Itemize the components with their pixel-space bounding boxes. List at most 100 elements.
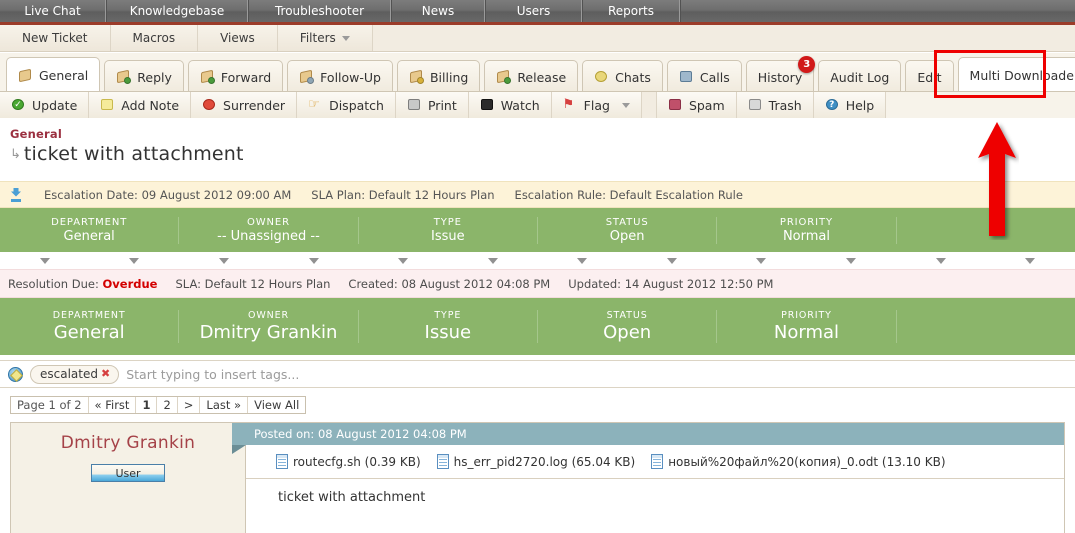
attachment-link[interactable]: новый%20файл%20(копия)_0.odt (13.10 KB): [651, 454, 946, 469]
post-author-role-button[interactable]: User: [91, 464, 165, 482]
action-add-note[interactable]: Add Note: [89, 92, 192, 118]
post-attachment-row: routecfg.sh (0.39 KB) hs_err_pid2720.log …: [246, 445, 1064, 479]
ticket-title-row: ↳ ticket with attachment: [10, 143, 1075, 165]
summary-top-department[interactable]: DEPARTMENT General: [0, 216, 180, 244]
page-title: ticket with attachment: [23, 143, 244, 165]
summary-caret-slot: [717, 257, 807, 264]
printer-icon: [407, 98, 422, 112]
tab-history[interactable]: History 3: [745, 56, 816, 93]
pagination-last[interactable]: Last »: [200, 397, 249, 413]
chevron-down-icon[interactable]: [666, 257, 677, 264]
summary-bottom-priority[interactable]: PRIORITY Normal: [717, 310, 897, 343]
ticket-department-label: General: [10, 127, 62, 141]
summary-caret-slot: [448, 257, 538, 264]
pagination-page-2[interactable]: 2: [157, 397, 178, 413]
action-dispatch[interactable]: ☞ Dispatch: [297, 92, 396, 118]
check-icon: [496, 69, 512, 84]
summary-caret-slot: [806, 257, 896, 264]
help-circle-icon: ?: [825, 98, 840, 112]
nav-item-troubleshooter[interactable]: Troubleshooter: [248, 0, 391, 22]
action-spam[interactable]: Spam: [655, 92, 737, 118]
summary-top-priority[interactable]: PRIORITY Normal: [717, 216, 897, 244]
summary-top-owner[interactable]: OWNER -- Unassigned --: [179, 216, 359, 244]
subnav-item-views[interactable]: Views: [198, 25, 278, 51]
summary-top-status[interactable]: STATUS Open: [538, 216, 718, 244]
attachment-link[interactable]: routecfg.sh (0.39 KB): [276, 454, 421, 469]
attachment-name: новый%20файл%20(копия)_0.odt (13.10 KB): [668, 454, 946, 469]
subnav-item-label: New Ticket: [22, 31, 88, 45]
subnav-item-label: Macros: [132, 31, 176, 45]
tab-multi-downloader[interactable]: Multi Downloader: [957, 57, 1075, 93]
action-watch[interactable]: Watch: [468, 92, 552, 118]
tab-forward[interactable]: Forward: [187, 60, 284, 93]
escalation-rule: Escalation Rule: Default Escalation Rule: [514, 187, 743, 202]
pagination-control: Page 1 of 2 « First 1 2 > Last » View Al…: [10, 396, 307, 414]
pagination-next[interactable]: >: [178, 397, 201, 413]
tab-general[interactable]: General: [6, 57, 101, 93]
summary-value: Issue: [431, 228, 465, 244]
chevron-down-icon[interactable]: [39, 257, 50, 264]
summary-bottom-status[interactable]: STATUS Open: [538, 310, 718, 343]
action-print[interactable]: Print: [395, 92, 469, 118]
action-flag[interactable]: ⚑ Flag: [551, 92, 642, 118]
chevron-down-icon[interactable]: [935, 257, 946, 264]
pagination-first[interactable]: « First: [89, 397, 137, 413]
pagination-view-all[interactable]: View All: [248, 397, 305, 413]
action-surrender[interactable]: Surrender: [191, 92, 298, 118]
action-trash[interactable]: Trash: [736, 92, 814, 118]
tab-calls[interactable]: Calls: [666, 60, 742, 93]
tag-input[interactable]: Start typing to insert tags...: [126, 367, 299, 382]
summary-caret-slot: [269, 257, 359, 264]
chevron-down-icon[interactable]: [487, 257, 498, 264]
pagination-page-1[interactable]: 1: [136, 397, 158, 413]
escalation-sla-plan: SLA Plan: Default 12 Hours Plan: [311, 187, 495, 202]
tag-remove-icon[interactable]: ✖: [101, 367, 110, 380]
attachment-link[interactable]: hs_err_pid2720.log (65.04 KB): [436, 454, 635, 469]
summary-top-type[interactable]: TYPE Issue: [359, 216, 538, 244]
post-timestamp: Posted on: 08 August 2012 04:08 PM: [254, 427, 467, 441]
nav-item-reports[interactable]: Reports: [582, 0, 680, 22]
tab-release[interactable]: Release: [484, 60, 579, 93]
chevron-down-icon[interactable]: [218, 257, 229, 264]
subnav-item-filters[interactable]: Filters: [277, 25, 373, 51]
nav-item-news[interactable]: News: [391, 0, 485, 22]
chevron-down-icon[interactable]: [1025, 257, 1036, 264]
tab-label: Follow-Up: [320, 69, 381, 85]
nav-spacer: [680, 0, 1075, 22]
tag-chip-escalated[interactable]: escalated ✖: [30, 364, 120, 384]
nav-item-knowledgebase[interactable]: Knowledgebase: [106, 0, 248, 22]
chevron-down-icon[interactable]: [577, 257, 588, 264]
chevron-down-icon[interactable]: [398, 257, 409, 264]
action-label: Watch: [500, 97, 540, 113]
subnav-item-macros[interactable]: Macros: [110, 25, 199, 51]
summary-top-empty-5[interactable]: [897, 230, 1075, 231]
summary-dropdown-caret-row: [0, 252, 1075, 269]
nav-item-users[interactable]: Users: [485, 0, 582, 22]
nav-item-live-chat[interactable]: Live Chat: [0, 0, 106, 22]
chevron-down-icon[interactable]: [756, 257, 767, 264]
subnav-item-new-ticket[interactable]: New Ticket: [0, 25, 111, 51]
tab-audit-log[interactable]: Audit Log: [818, 60, 902, 93]
summary-value: Issue: [424, 322, 472, 343]
summary-bottom-empty-5[interactable]: [897, 326, 1075, 327]
phone-icon: [679, 70, 694, 84]
tab-chats[interactable]: Chats: [582, 60, 663, 93]
action-update[interactable]: ✓ Update: [0, 92, 90, 118]
summary-bottom-department[interactable]: DEPARTMENT General: [0, 310, 180, 343]
summary-caret-slot: [0, 257, 90, 264]
reply-icon: [116, 69, 132, 84]
chevron-down-icon[interactable]: [129, 257, 140, 264]
summary-bottom-type[interactable]: TYPE Issue: [359, 310, 538, 343]
tab-label: Audit Log: [830, 69, 890, 85]
tab-billing[interactable]: Billing: [396, 60, 481, 93]
summary-bottom-owner[interactable]: OWNER Dmitry Grankin: [179, 310, 359, 343]
tab-follow-up[interactable]: Follow-Up: [287, 60, 393, 93]
main-navigation-bar: Live Chat Knowledgebase Troubleshooter News…: [0, 0, 1075, 25]
tab-edit[interactable]: Edit: [905, 60, 954, 93]
chevron-down-icon[interactable]: [308, 257, 319, 264]
chevron-down-icon[interactable]: [845, 257, 856, 264]
tab-label: Billing: [429, 69, 469, 85]
summary-caret-slot: [90, 257, 180, 264]
action-help[interactable]: ? Help: [813, 92, 887, 118]
tab-reply[interactable]: Reply: [104, 60, 184, 93]
